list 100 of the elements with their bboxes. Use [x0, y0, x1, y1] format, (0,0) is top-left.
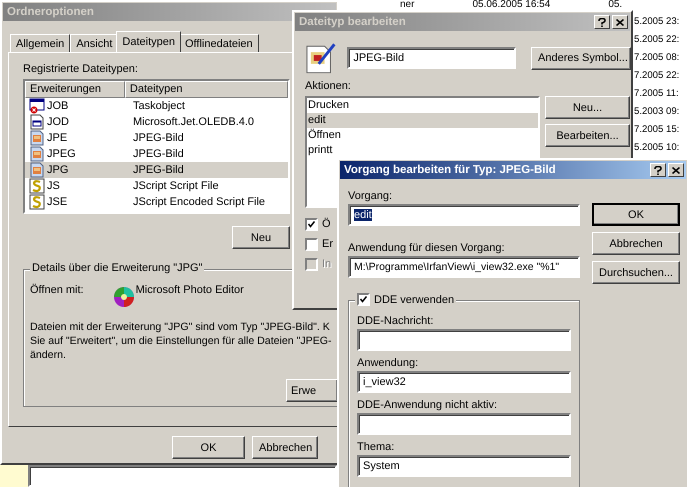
tab[interactable]: Dateitypen [116, 31, 181, 52]
file-type-text: JPEG-Bild [132, 164, 184, 176]
dialog-button[interactable]: Durchsuchen... [592, 261, 680, 284]
checkbox-label: In [322, 258, 332, 270]
dialog-button[interactable]: Abbrechen [252, 436, 318, 459]
script-file-icon [29, 194, 45, 210]
action-item[interactable]: edit [307, 113, 538, 128]
description-line: ändern. [30, 348, 67, 362]
image-file-icon [29, 130, 45, 146]
extension-text: JOB [47, 100, 68, 112]
close-button[interactable] [612, 15, 628, 29]
date-cell-text: 5.2005 22: [634, 33, 680, 47]
extension-text: JPEG [47, 148, 76, 160]
dialog-button[interactable]: OK [592, 203, 680, 226]
window-title: Vorgang bearbeiten für Typ: JPEG-Bild [344, 164, 557, 176]
column-header[interactable]: Dateitypen [124, 81, 288, 98]
change-icon-button[interactable]: Anderes Symbol... [531, 46, 631, 70]
file-type-row[interactable]: JOB Taskobject [25, 98, 288, 114]
type-name-field[interactable]: JPEG-Bild [347, 47, 516, 69]
description-line: Dateien mit der Erweiterung "JPG" sind vom Typ "JPEG-Bild". K [30, 320, 331, 334]
window-title: Ordneroptionen [7, 6, 95, 18]
dialog-button[interactable]: Neu... [545, 96, 630, 119]
date-cell-text: 7.2005 11: [634, 87, 680, 101]
close-icon [672, 166, 680, 174]
help-button[interactable] [594, 15, 610, 29]
extension-text: JPG [47, 164, 68, 176]
input-field[interactable] [357, 413, 571, 435]
dialog-button[interactable]: Abbrechen [592, 232, 680, 255]
checkbox-label: Er [322, 238, 333, 250]
color-wheel-icon [112, 284, 136, 310]
open-with-label: Öffnen mit: [30, 284, 84, 296]
field-label: Thema: [357, 441, 396, 453]
date-cell-text: 7.2005 08: [634, 51, 680, 65]
list-label: Registrierte Dateitypen: [23, 63, 138, 75]
list-cell: ner [400, 0, 414, 10]
file-type-text: JScript Encoded Script File [132, 196, 266, 208]
date-cell-text: 5.2005 10: [634, 141, 680, 155]
app-name: Microsoft Photo Editor [136, 284, 244, 296]
action-field[interactable]: edit [348, 204, 580, 226]
extension-text: JS [47, 180, 60, 192]
date-cell-text: 7.2005 22: [634, 69, 680, 83]
date-cell-text: 5.2003 09: [634, 105, 680, 119]
script-file-icon [29, 178, 45, 194]
document-edit-icon [305, 42, 336, 74]
field-label: Anwendung für diesen Vorgang: [348, 242, 506, 254]
checkmark-icon [360, 296, 367, 303]
group-title: Details über die Erweiterung "JPG" [30, 262, 204, 274]
tab[interactable]: Offlinedateien [178, 34, 259, 52]
file-type-row[interactable]: JSE JScript Encoded Script File [25, 194, 288, 210]
list-cell: 05.06.2005 16:54 [472, 0, 550, 10]
image-file-icon [29, 146, 45, 162]
advanced-button[interactable]: Erwe [286, 379, 337, 402]
input-field[interactable] [28, 465, 337, 487]
dialog-button[interactable]: Bearbeiten... [545, 124, 630, 147]
action-item[interactable]: printt [307, 143, 538, 158]
file-type-text: Microsoft.Jet.OLEDB.4.0 [132, 116, 254, 128]
application-field[interactable]: M:\Programme\IrfanView\i_view32.exe "%1" [348, 256, 580, 278]
checkmark-icon [308, 220, 315, 228]
close-icon [616, 18, 624, 26]
help-button[interactable] [650, 163, 666, 177]
file-type-row[interactable]: JOD Microsoft.Jet.OLEDB.4.0 [25, 114, 288, 130]
action-item[interactable]: Drucken [307, 98, 538, 113]
task-file-icon [29, 98, 45, 114]
extension-text: JSE [47, 196, 68, 208]
file-type-row[interactable]: JPG JPEG-Bild [25, 162, 288, 178]
field-label: DDE-Nachricht: [357, 315, 434, 327]
checkbox[interactable] [357, 293, 370, 306]
dialog-button[interactable]: OK [172, 436, 245, 459]
date-cell-text: 7.2005 15: [634, 123, 680, 137]
document-icon [29, 114, 45, 130]
checkbox[interactable] [305, 218, 318, 230]
input-field[interactable]: i_view32 [357, 371, 571, 393]
tab[interactable]: Allgemein [10, 34, 70, 52]
checkbox-label: DDE verwenden [374, 294, 454, 306]
file-type-row[interactable]: JS JScript Script File [25, 178, 288, 194]
actions-label: Aktionen: [305, 80, 351, 92]
input-field[interactable] [357, 329, 571, 351]
window-title: Dateityp bearbeiten [299, 16, 407, 28]
field-label: Anwendung: [357, 357, 420, 369]
help-icon [654, 166, 662, 174]
checkbox-label: Ö [322, 218, 331, 230]
close-button[interactable] [668, 163, 684, 177]
help-icon [598, 18, 606, 26]
description-line: Sie auf "Erweitert", um die Einstellungen für alle Dateien "JPEG- [30, 334, 333, 348]
file-type-text: JPEG-Bild [132, 148, 184, 160]
file-type-row[interactable]: JPE JPEG-Bild [25, 130, 288, 146]
list-cell: 05. [608, 0, 622, 10]
file-type-text: JPEG-Bild [132, 132, 184, 144]
action-item[interactable]: Öffnen [307, 128, 538, 143]
file-type-row[interactable]: JPEG JPEG-Bild [25, 146, 288, 162]
new-button[interactable]: Neu [232, 226, 290, 249]
image-file-icon [29, 162, 45, 178]
input-field[interactable]: System [357, 455, 571, 477]
tab[interactable]: Ansicht [70, 34, 118, 52]
column-header[interactable]: Erweiterungen [25, 81, 125, 98]
checkbox[interactable] [305, 238, 318, 250]
extension-text: JOD [47, 116, 69, 128]
date-cell-text: 5.2005 23: [634, 15, 680, 29]
file-type-text: JScript Script File [132, 180, 219, 192]
field-label: DDE-Anwendung nicht aktiv: [357, 399, 498, 411]
